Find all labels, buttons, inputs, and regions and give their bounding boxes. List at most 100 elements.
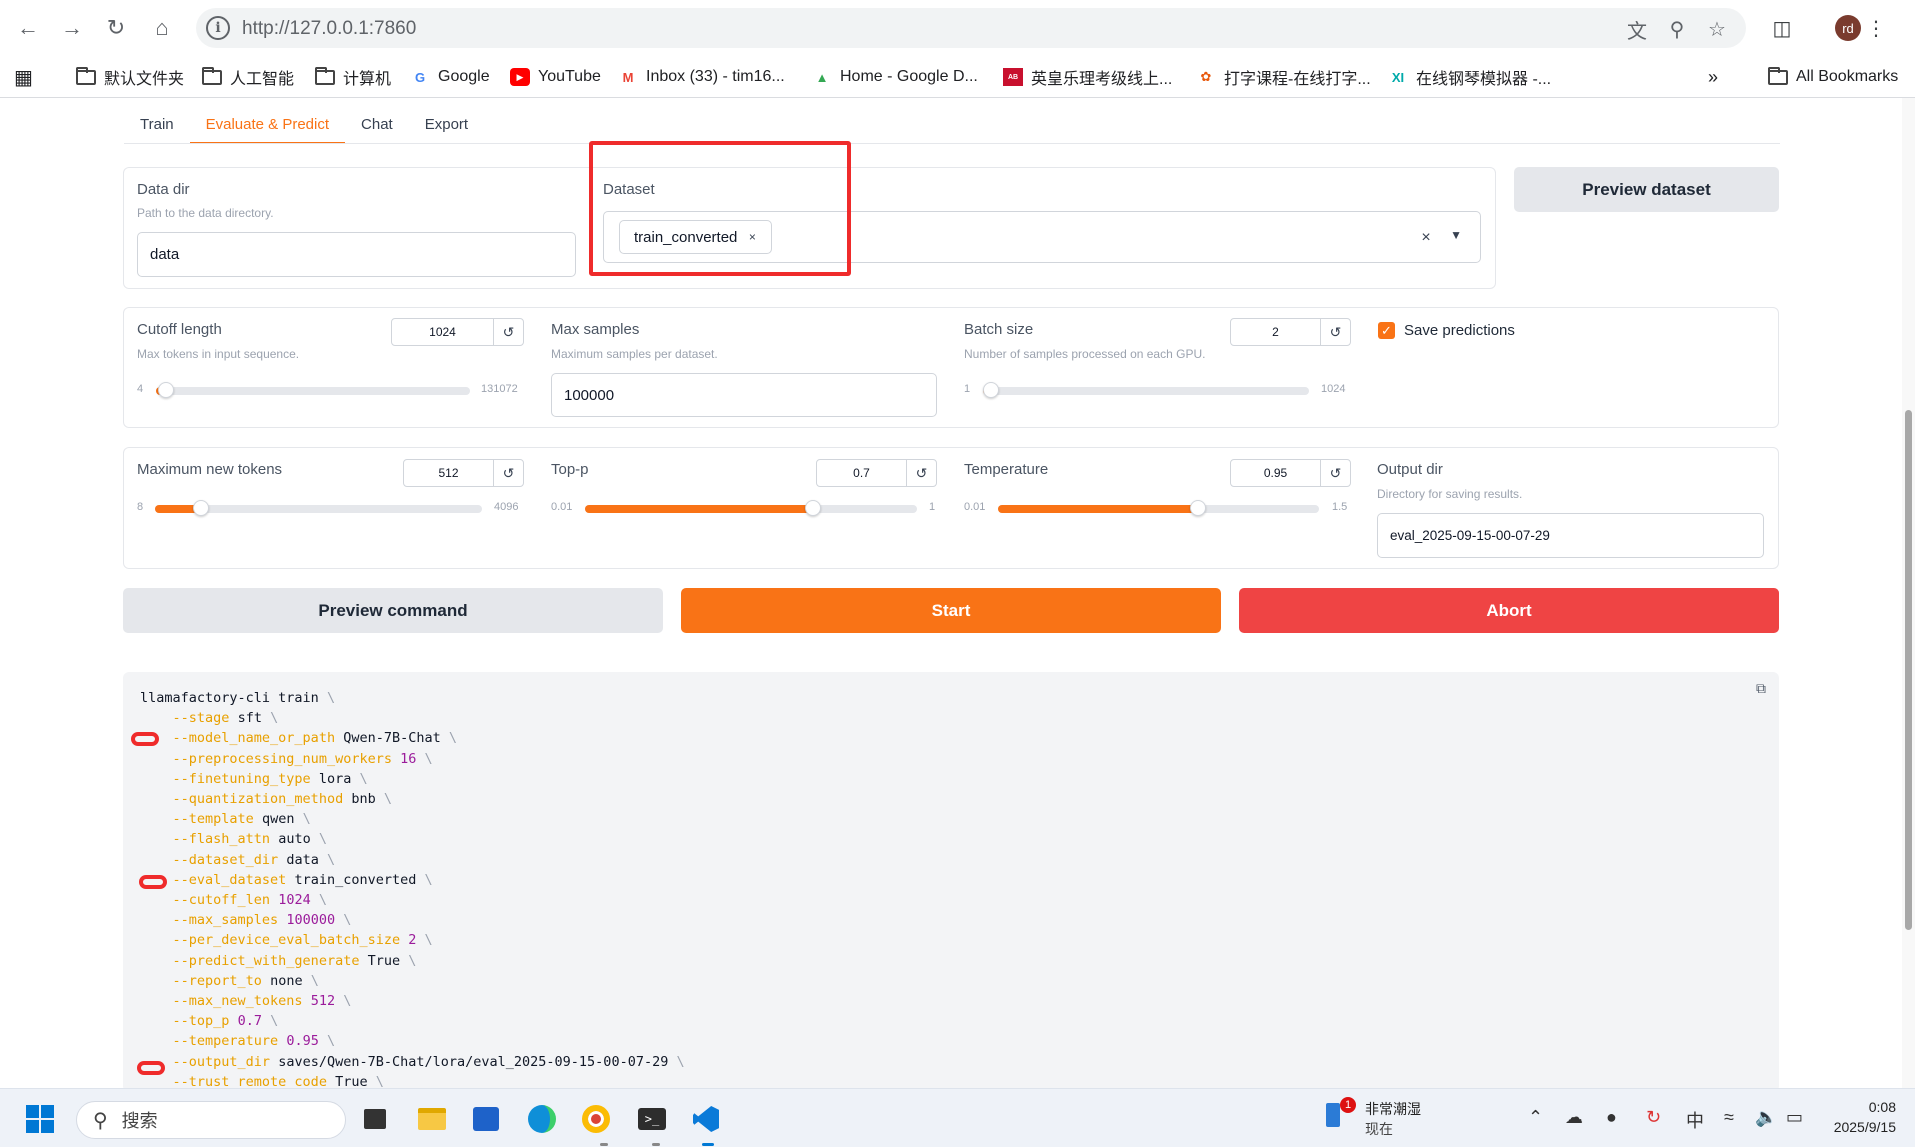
folder-icon bbox=[76, 66, 96, 86]
extensions-icon[interactable]: ◫ bbox=[1766, 12, 1798, 44]
save-predictions-checkbox[interactable]: ✓ bbox=[1378, 322, 1395, 339]
bookmark-link[interactable]: ▶ YouTube bbox=[510, 64, 601, 90]
wifi-icon[interactable]: ≈ bbox=[1724, 1107, 1734, 1128]
command-arg: --preprocessing_num_workers 16 bbox=[172, 750, 417, 767]
scrollbar-thumb[interactable] bbox=[1905, 410, 1912, 930]
bookmark-star-icon[interactable]: ☆ bbox=[1704, 16, 1730, 42]
terminal-icon[interactable]: >_ bbox=[632, 1099, 672, 1139]
batch-size-slider[interactable] bbox=[983, 382, 1309, 398]
command-arg: --dataset_dir data bbox=[172, 851, 319, 868]
save-predictions-label[interactable]: Save predictions bbox=[1404, 322, 1515, 339]
highlight-box bbox=[589, 141, 851, 276]
temperature-label: Temperature bbox=[964, 461, 1049, 478]
zoom-icon[interactable]: ⚲ bbox=[1664, 16, 1690, 42]
page-scrollbar[interactable] bbox=[1902, 98, 1915, 1088]
clock-time[interactable]: 0:08 bbox=[1856, 1099, 1896, 1115]
bookmark-folder[interactable]: 人工智能 bbox=[202, 64, 294, 90]
bookmark-link[interactable]: M Inbox (33) - tim16... bbox=[618, 64, 785, 90]
command-arg: --eval_dataset train_converted bbox=[172, 871, 417, 888]
max-new-tokens-slider[interactable] bbox=[155, 500, 482, 516]
ime-indicator[interactable]: 中 bbox=[1686, 1107, 1704, 1133]
edge-icon[interactable] bbox=[522, 1099, 562, 1139]
bookmark-folder[interactable]: 计算机 bbox=[315, 64, 391, 90]
tab-chat[interactable]: Chat bbox=[345, 110, 409, 144]
profile-avatar[interactable]: rd bbox=[1835, 15, 1861, 41]
data-dir-input[interactable]: data bbox=[137, 232, 576, 277]
top-p-label: Top-p bbox=[551, 461, 589, 478]
url-text[interactable]: http://127.0.0.1:7860 bbox=[242, 18, 416, 40]
highlight-marker bbox=[131, 732, 159, 746]
reset-icon[interactable]: ↺ bbox=[1320, 319, 1350, 345]
tab-export[interactable]: Export bbox=[409, 110, 484, 144]
forward-icon[interactable]: → bbox=[56, 12, 88, 44]
cutoff-length-slider[interactable] bbox=[156, 382, 470, 398]
reset-icon[interactable]: ↺ bbox=[493, 319, 523, 345]
copy-icon[interactable]: ⧉ bbox=[1756, 680, 1772, 696]
command-arg: --report_to none bbox=[172, 972, 303, 989]
bookmark-folder[interactable]: 默认文件夹 bbox=[76, 64, 184, 90]
top-p-slider[interactable] bbox=[585, 500, 917, 516]
bookmark-link[interactable]: AB 英皇乐理考级线上... bbox=[1003, 64, 1172, 90]
tab-evaluate-predict[interactable]: Evaluate & Predict bbox=[189, 110, 346, 144]
bookmark-link[interactable]: XI 在线钢琴模拟器 -... bbox=[1388, 64, 1551, 90]
cutoff-length-info: Max tokens in input sequence. bbox=[137, 347, 300, 361]
max-samples-input[interactable]: 100000 bbox=[551, 373, 937, 417]
browser-toolbar: ← → ↻ ⌂ i http://127.0.0.1:7860 文 ⚲ ☆ ◫ … bbox=[0, 0, 1915, 56]
chrome-icon[interactable] bbox=[576, 1099, 616, 1139]
preview-dataset-button[interactable]: Preview dataset bbox=[1514, 167, 1779, 212]
back-icon[interactable]: ← bbox=[12, 12, 44, 44]
vscode-icon[interactable] bbox=[686, 1099, 726, 1139]
file-explorer-icon[interactable] bbox=[412, 1099, 452, 1139]
site-icon: AB bbox=[1003, 68, 1023, 86]
apps-icon[interactable]: ▦ bbox=[14, 64, 33, 90]
temperature-number[interactable]: 0.95 ↺ bbox=[1230, 459, 1351, 487]
sync-icon[interactable]: ↻ bbox=[1646, 1107, 1661, 1128]
reload-icon[interactable]: ↻ bbox=[100, 12, 132, 44]
task-view-icon[interactable] bbox=[355, 1099, 395, 1139]
reset-icon[interactable]: ↺ bbox=[493, 460, 523, 486]
batch-size-number[interactable]: 2 ↺ bbox=[1230, 318, 1351, 346]
start-button[interactable]: Start bbox=[681, 588, 1221, 633]
all-bookmarks[interactable]: All Bookmarks bbox=[1768, 64, 1898, 90]
menu-icon[interactable]: ⋮ bbox=[1860, 12, 1892, 44]
screen: ← → ↻ ⌂ i http://127.0.0.1:7860 文 ⚲ ☆ ◫ … bbox=[0, 0, 1915, 1147]
taskbar-search[interactable]: ⚲ 搜索 bbox=[76, 1101, 346, 1139]
clear-icon[interactable]: × bbox=[1416, 228, 1436, 248]
weather-title[interactable]: 非常潮湿 bbox=[1365, 1099, 1421, 1119]
output-dir-input[interactable]: eval_2025-09-15-00-07-29 bbox=[1377, 513, 1764, 558]
command-arg: --max_samples 100000 bbox=[172, 912, 336, 929]
reset-icon[interactable]: ↺ bbox=[1320, 460, 1350, 486]
command-arg: --stage sft bbox=[172, 710, 262, 727]
more-bookmarks-icon[interactable]: » bbox=[1708, 64, 1718, 90]
address-bar[interactable]: i http://127.0.0.1:7860 文 ⚲ ☆ bbox=[196, 8, 1746, 48]
site-info-icon[interactable]: i bbox=[206, 16, 230, 40]
command-text: llamafactory-cli train \ --stage sft \ -… bbox=[140, 690, 685, 1090]
windows-start-icon[interactable] bbox=[20, 1099, 60, 1139]
clock-date[interactable]: 2025/9/15 bbox=[1820, 1119, 1896, 1135]
preview-command-button[interactable]: Preview command bbox=[123, 588, 663, 633]
store-icon[interactable] bbox=[466, 1099, 506, 1139]
bookmark-link[interactable]: ▲ Home - Google D... bbox=[812, 64, 978, 90]
drive-icon: ▲ bbox=[815, 69, 829, 85]
volume-icon[interactable]: 🔈 bbox=[1755, 1107, 1777, 1128]
bookmark-link[interactable]: ✿ 打字课程-在线打字... bbox=[1196, 64, 1371, 90]
reset-icon[interactable]: ↺ bbox=[906, 460, 936, 486]
cutoff-length-number[interactable]: 1024 ↺ bbox=[391, 318, 524, 346]
temperature-slider[interactable] bbox=[998, 500, 1319, 516]
chevron-up-icon[interactable]: ⌃ bbox=[1528, 1107, 1543, 1128]
chevron-down-icon[interactable]: ▼ bbox=[1450, 228, 1462, 242]
weather-icon[interactable] bbox=[1326, 1103, 1340, 1127]
qq-icon[interactable]: ● bbox=[1606, 1107, 1617, 1128]
onedrive-icon[interactable]: ☁ bbox=[1565, 1107, 1583, 1128]
max-new-tokens-number[interactable]: 512 ↺ bbox=[403, 459, 524, 487]
top-p-number[interactable]: 0.7 ↺ bbox=[816, 459, 937, 487]
abort-button[interactable]: Abort bbox=[1239, 588, 1779, 633]
bookmark-link[interactable]: G Google bbox=[410, 64, 490, 90]
tab-train[interactable]: Train bbox=[124, 110, 190, 144]
battery-icon[interactable]: ▭ bbox=[1786, 1107, 1803, 1128]
translate-icon[interactable]: 文 bbox=[1624, 16, 1650, 43]
data-dir-info: Path to the data directory. bbox=[137, 206, 274, 220]
home-icon[interactable]: ⌂ bbox=[146, 12, 178, 44]
command-arg: --temperature 0.95 bbox=[172, 1033, 319, 1050]
slider-max: 4096 bbox=[494, 501, 519, 513]
